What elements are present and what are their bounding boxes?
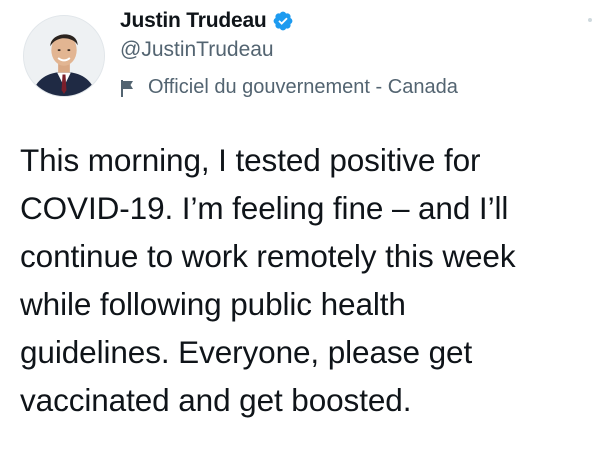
author-avatar[interactable] — [23, 15, 105, 97]
flag-icon — [121, 79, 133, 97]
account-label-text: Officiel du gouvernement - Canada — [148, 76, 458, 98]
author-display-name[interactable]: Justin Trudeau — [120, 9, 267, 33]
author-handle[interactable]: @JustinTrudeau — [120, 38, 274, 62]
tweet-card: Justin Trudeau @JustinTrudeau Officiel d… — [0, 0, 606, 462]
verified-badge-icon — [273, 11, 292, 31]
more-options-icon[interactable] — [588, 18, 592, 22]
profile-photo-icon — [24, 16, 104, 96]
tweet-text: This morning, I tested positive for COVI… — [20, 142, 516, 418]
author-name-row: Justin Trudeau — [120, 8, 294, 34]
account-label[interactable]: Officiel du gouvernement - Canada — [120, 76, 458, 99]
